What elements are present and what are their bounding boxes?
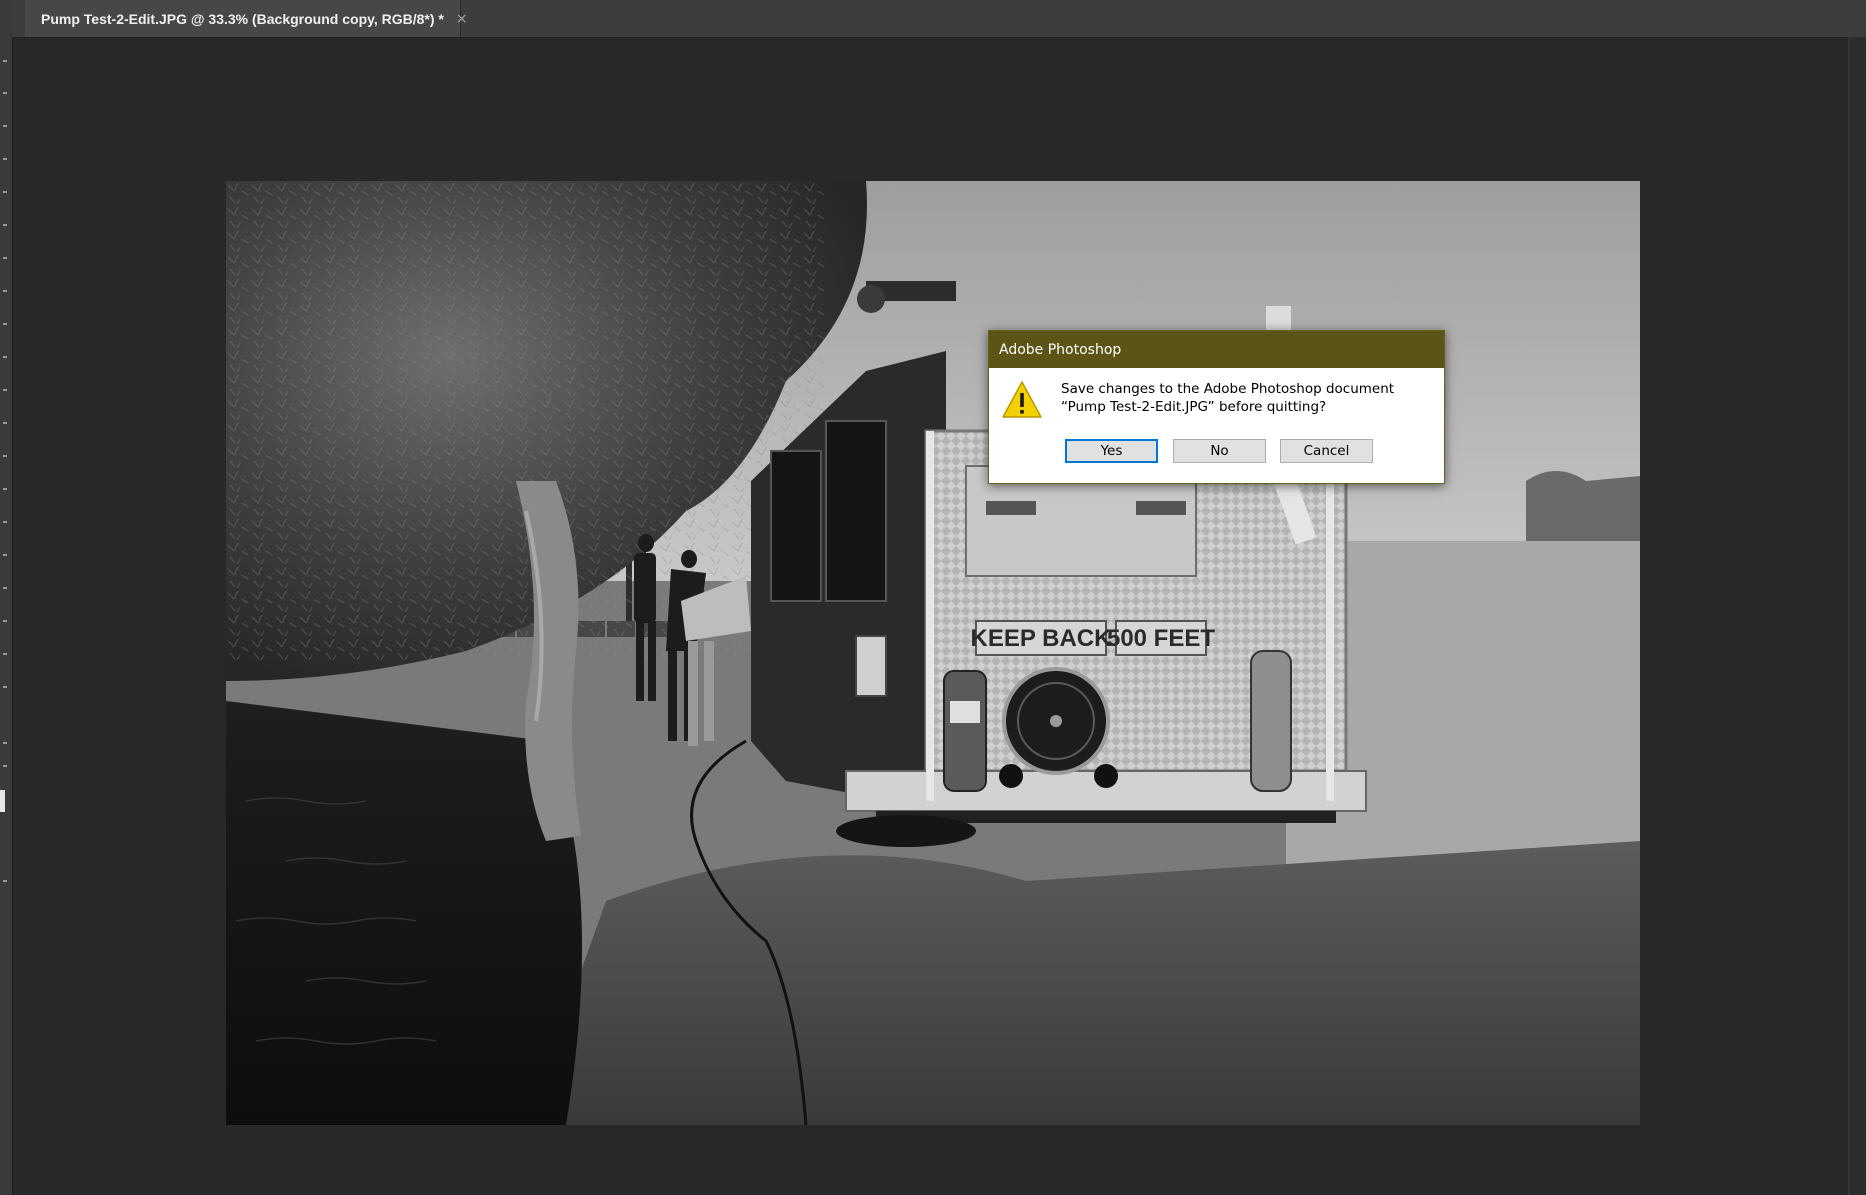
tools-panel[interactable] [0, 0, 13, 1195]
dialog-message: Save changes to the Adobe Photoshop docu… [1061, 380, 1431, 416]
tool-icon[interactable] [3, 488, 7, 490]
tool-icon[interactable] [3, 521, 7, 523]
tool-icon[interactable] [3, 92, 7, 94]
tool-icon[interactable] [3, 290, 7, 292]
photoshop-window: Pump Test-2-Edit.JPG @ 33.3% (Background… [0, 0, 1866, 1195]
tool-icon[interactable] [3, 587, 7, 589]
tool-icon[interactable] [3, 554, 7, 556]
dialog-titlebar[interactable]: Adobe Photoshop [989, 331, 1444, 368]
tool-icon[interactable] [3, 60, 7, 62]
tool-icon[interactable] [3, 742, 7, 744]
tool-icon[interactable] [3, 455, 7, 457]
foreground-color-swatch[interactable] [0, 790, 5, 812]
cancel-button[interactable]: Cancel [1280, 439, 1373, 463]
tool-icon[interactable] [3, 158, 7, 160]
tool-icon[interactable] [3, 686, 7, 688]
canvas-area[interactable]: KEEP BACK 500 FEET [13, 38, 1849, 1195]
tool-icon[interactable] [3, 389, 7, 391]
tool-icon[interactable] [3, 323, 7, 325]
tool-icon[interactable] [3, 422, 7, 424]
warning-icon [1002, 381, 1042, 418]
save-changes-dialog: Adobe Photoshop Save changes to the Adob… [988, 330, 1445, 484]
document-tab[interactable]: Pump Test-2-Edit.JPG @ 33.3% (Background… [25, 0, 468, 37]
close-icon[interactable]: × [456, 11, 468, 27]
tool-icon[interactable] [3, 125, 7, 127]
tool-icon[interactable] [3, 191, 7, 193]
no-button[interactable]: No [1173, 439, 1266, 463]
document-tab-title: Pump Test-2-Edit.JPG @ 33.3% (Background… [41, 10, 444, 27]
right-panel-edge [1848, 37, 1866, 1195]
keep-back-sign: KEEP BACK [971, 625, 1113, 652]
tool-icon[interactable] [3, 765, 7, 767]
photo-canvas: KEEP BACK 500 FEET [226, 181, 1640, 1125]
tool-icon[interactable] [3, 880, 7, 882]
document-image[interactable]: KEEP BACK 500 FEET [226, 181, 1640, 1125]
document-tab-bar: Pump Test-2-Edit.JPG @ 33.3% (Background… [12, 0, 1866, 38]
dialog-message-line-2: “Pump Test-2-Edit.JPG” before quitting? [1061, 399, 1327, 415]
yes-button[interactable]: Yes [1065, 439, 1158, 463]
tool-icon[interactable] [3, 257, 7, 259]
dialog-body: Save changes to the Adobe Photoshop docu… [989, 368, 1444, 483]
dialog-title: Adobe Photoshop [999, 341, 1122, 358]
tool-icon[interactable] [3, 224, 7, 226]
tool-icon[interactable] [3, 653, 7, 655]
tool-icon[interactable] [3, 620, 7, 622]
dialog-message-line-1: Save changes to the Adobe Photoshop docu… [1061, 381, 1395, 397]
tool-icon[interactable] [3, 356, 7, 358]
500-feet-sign: 500 FEET [1107, 625, 1215, 652]
